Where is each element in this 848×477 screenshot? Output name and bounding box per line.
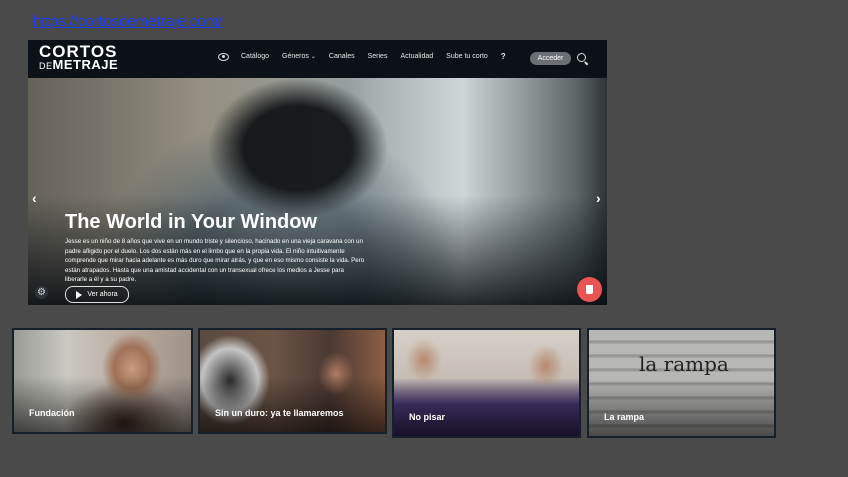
top-navbar: CORTOS DEMETRAJE Catálogo Géneros ⌄ Canal… <box>28 40 607 78</box>
hero-description: Jesse es un niño de 8 años que vive en u… <box>65 238 365 283</box>
page-url-link[interactable]: https://cortosdemetraje.com/ <box>33 13 222 30</box>
video-card[interactable]: Fundación <box>12 328 193 434</box>
main-nav: Catálogo Géneros ⌄ Canales Series Actuali… <box>218 52 519 61</box>
nav-news[interactable]: Actualidad <box>400 53 433 60</box>
gear-icon[interactable]: ⚙ <box>35 286 48 299</box>
nav-series[interactable]: Series <box>368 53 388 60</box>
video-card[interactable]: No pisar <box>392 328 581 438</box>
watch-now-button[interactable]: Ver ahora <box>65 286 129 303</box>
card-label: La rampa <box>604 412 645 422</box>
nav-channels[interactable]: Canales <box>329 53 355 60</box>
help-icon[interactable]: ? <box>501 52 506 61</box>
website-screenshot: CORTOS DEMETRAJE Catálogo Géneros ⌄ Canal… <box>28 40 607 305</box>
card-label: Fundación <box>29 408 75 418</box>
play-icon <box>76 290 83 299</box>
video-card[interactable]: la rampa La rampa <box>587 328 776 438</box>
search-icon[interactable] <box>577 53 586 62</box>
nav-catalog[interactable]: Catálogo <box>241 53 269 60</box>
card-label: Sin un duro: ya te llamaremos <box>215 408 344 418</box>
eye-icon[interactable] <box>218 52 229 61</box>
nav-upload[interactable]: Sube tu corto <box>446 53 488 60</box>
hero-title: The World in Your Window <box>65 211 318 233</box>
prev-slide-arrow[interactable]: ‹ <box>32 190 37 206</box>
next-slide-arrow[interactable]: › <box>596 190 601 206</box>
video-card[interactable]: Sin un duro: ya te llamaremos <box>198 328 387 434</box>
card-image-title: la rampa <box>639 352 729 376</box>
chevron-down-icon: ⌄ <box>310 54 316 60</box>
site-logo[interactable]: CORTOS DEMETRAJE <box>39 43 118 73</box>
card-label: No pisar <box>409 412 446 422</box>
coffee-cup-icon[interactable] <box>577 277 602 302</box>
watch-now-label: Ver ahora <box>87 291 118 298</box>
login-button[interactable]: Acceder <box>530 52 571 65</box>
nav-genres[interactable]: Géneros ⌄ <box>282 53 316 60</box>
